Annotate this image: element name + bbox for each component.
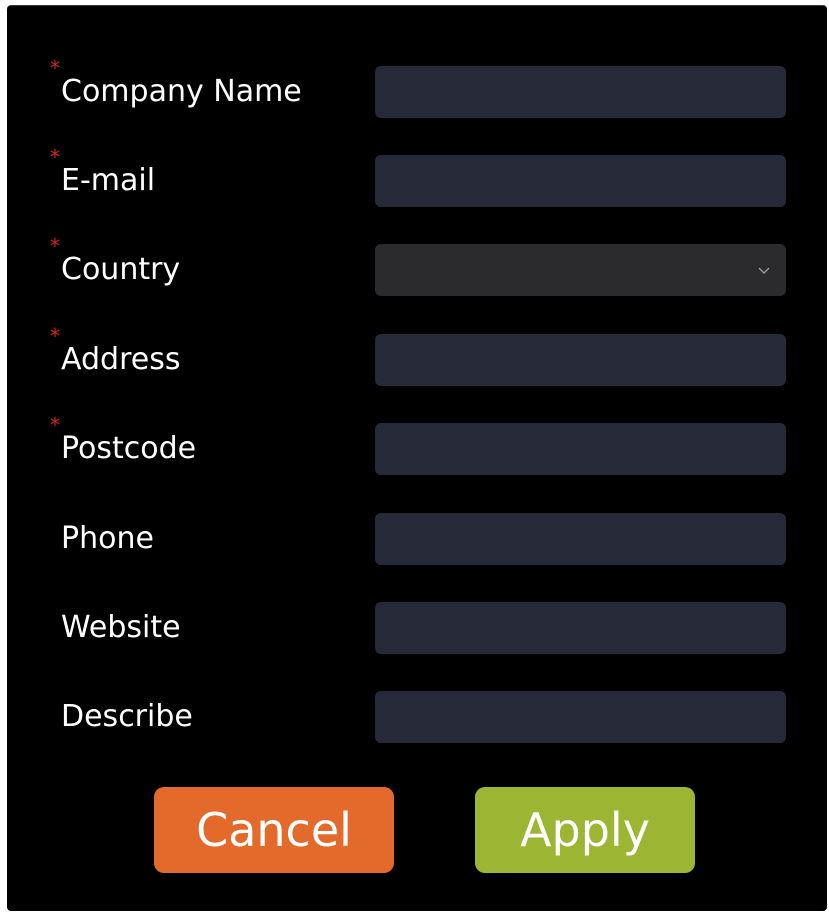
form-row-email: * E-mail <box>7 147 827 207</box>
form-row-country: * Country <box>7 236 827 296</box>
country-label: Country <box>61 252 181 287</box>
form-row-postcode: * Postcode <box>7 415 827 475</box>
website-input[interactable] <box>375 602 786 654</box>
address-label: Address <box>61 342 181 377</box>
form-row-phone: Phone <box>7 513 827 565</box>
form-row-address: * Address <box>7 326 827 386</box>
company-name-label: Company Name <box>61 74 302 109</box>
country-select[interactable] <box>375 244 786 296</box>
company-name-input[interactable] <box>375 66 786 118</box>
describe-input[interactable] <box>375 691 786 743</box>
email-label: E-mail <box>61 163 156 198</box>
form-row-website: Website <box>7 602 827 654</box>
phone-input[interactable] <box>375 513 786 565</box>
form-row-company-name: * Company Name <box>7 58 827 118</box>
required-marker: * <box>50 145 60 169</box>
website-label: Website <box>61 610 181 645</box>
apply-button[interactable]: Apply <box>475 787 695 873</box>
postcode-input[interactable] <box>375 423 786 475</box>
address-input[interactable] <box>375 334 786 386</box>
email-input[interactable] <box>375 155 786 207</box>
company-form-dialog: * Company Name * E-mail * Country * Addr… <box>7 5 827 911</box>
postcode-label: Postcode <box>61 431 197 466</box>
describe-label: Describe <box>61 699 193 734</box>
form-row-describe: Describe <box>7 691 827 743</box>
phone-label: Phone <box>61 521 154 556</box>
chevron-down-icon[interactable] <box>756 262 772 278</box>
cancel-button[interactable]: Cancel <box>154 787 394 873</box>
required-marker: * <box>50 56 60 80</box>
required-marker: * <box>50 234 60 258</box>
required-marker: * <box>50 413 60 437</box>
required-marker: * <box>50 324 60 348</box>
